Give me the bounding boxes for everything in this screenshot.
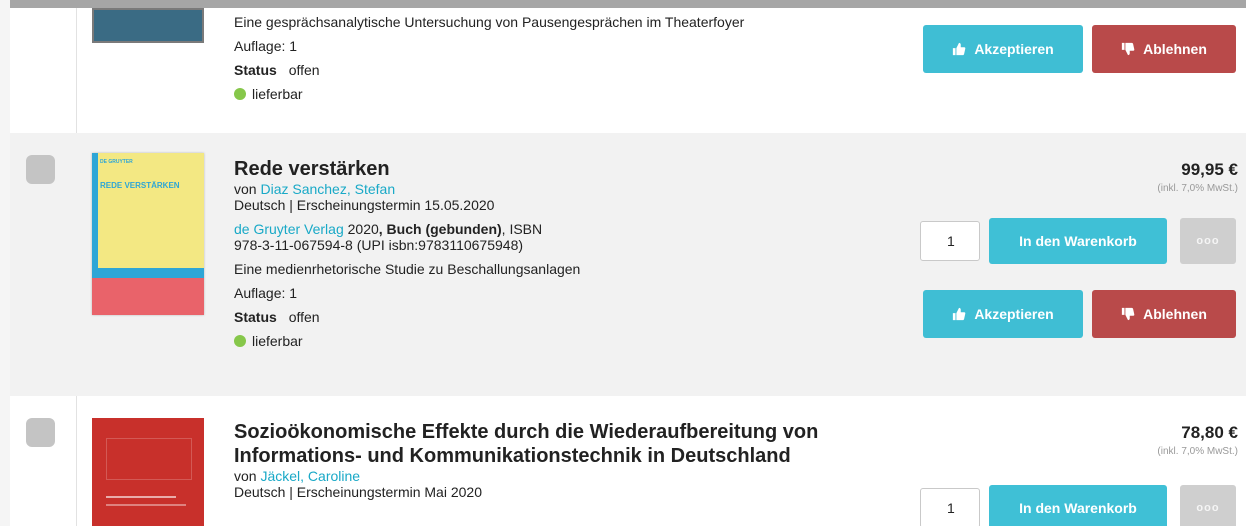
availability-dot-icon: [234, 88, 246, 100]
author-line: von Diaz Sanchez, Stefan: [234, 181, 894, 197]
more-options-button[interactable]: ooo: [1180, 218, 1236, 264]
price-block: 99,95 € (inkl. 7,0% MwSt.): [1157, 160, 1238, 194]
price: 78,80 €: [1181, 423, 1238, 442]
cover-bottom: [92, 278, 204, 315]
language-date: Deutsch | Erscheinungstermin Mai 2020: [234, 484, 482, 500]
product-row: DE GRUYTER REDE VERSTÄRKEN Rede verstärk…: [10, 133, 1246, 396]
language-date: Deutsch | Erscheinungstermin 15.05.2020: [234, 197, 495, 213]
product-row: Eine gesprächsanalytische Untersuchung v…: [10, 8, 1246, 133]
reject-label: Ablehnen: [1143, 41, 1207, 57]
year: 2020: [347, 221, 379, 237]
price: 99,95 €: [1181, 160, 1238, 179]
product-title[interactable]: Sozioökonomische Effekte durch die Wiede…: [234, 420, 894, 468]
quantity-input[interactable]: [920, 221, 980, 261]
cover-publisher: DE GRUYTER: [100, 159, 133, 165]
product-info: Rede verstärken von Diaz Sanchez, Stefan…: [234, 157, 894, 349]
publisher-line: de Gruyter Verlag 2020, Buch (gebunden),…: [234, 221, 894, 237]
reject-label: Ablehnen: [1143, 306, 1207, 322]
cover-line: [106, 496, 176, 498]
thumbs-down-icon: [1121, 42, 1135, 56]
reject-button[interactable]: Ablehnen: [1092, 290, 1236, 338]
product-title-line: Sozioökonomische Effekte durch die Wiede…: [234, 421, 819, 443]
status-label: Status: [234, 62, 277, 78]
availability: lieferbar: [234, 86, 894, 102]
status: Status offen: [234, 62, 894, 78]
book-cover: [92, 418, 204, 526]
thumbs-down-icon: [1121, 307, 1135, 321]
reject-button[interactable]: Ablehnen: [1092, 25, 1236, 73]
top-band: [10, 0, 1246, 8]
quantity-input[interactable]: [920, 488, 980, 526]
availability: lieferbar: [234, 333, 894, 349]
author-link[interactable]: Jäckel, Caroline: [260, 468, 360, 484]
by-label: von: [234, 181, 257, 197]
select-checkbox[interactable]: [26, 418, 55, 447]
product-info: Sozioökonomische Effekte durch die Wiede…: [234, 420, 894, 500]
thumbs-up-icon: [953, 42, 966, 56]
select-checkbox[interactable]: [26, 155, 55, 184]
isbn-line: 978-3-11-067594-8 (UPI isbn:978311067594…: [234, 237, 524, 253]
by-label: von: [234, 468, 257, 484]
more-options-button[interactable]: ooo: [1180, 485, 1236, 526]
tax-note: (inkl. 7,0% MwSt.): [1157, 183, 1238, 194]
binding: , Buch (gebunden): [378, 221, 502, 237]
availability-label: lieferbar: [252, 333, 303, 349]
product-title-line: Informations- und Kommunikationstechnik …: [234, 445, 791, 467]
isbn-label: , ISBN: [501, 221, 543, 237]
product-list: Eine gesprächsanalytische Untersuchung v…: [10, 8, 1246, 526]
product-row: Sozioökonomische Effekte durch die Wiede…: [10, 396, 1246, 526]
edition: Auflage: 1: [234, 285, 298, 301]
cover-line: [106, 504, 186, 506]
availability-label: lieferbar: [252, 86, 303, 102]
cover-band: [92, 268, 204, 278]
product-info: Eine gesprächsanalytische Untersuchung v…: [234, 14, 894, 102]
price-block: 78,80 € (inkl. 7,0% MwSt.): [1157, 423, 1238, 457]
cover-title: REDE VERSTÄRKEN: [100, 181, 180, 190]
left-strip: [0, 0, 10, 526]
accept-label: Akzeptieren: [974, 306, 1054, 322]
tax-note: (inkl. 7,0% MwSt.): [1157, 446, 1238, 457]
add-to-cart-button[interactable]: In den Warenkorb: [989, 218, 1167, 264]
add-to-cart-button[interactable]: In den Warenkorb: [989, 485, 1167, 526]
author-link[interactable]: Diaz Sanchez, Stefan: [260, 181, 395, 197]
status-value: offen: [288, 309, 320, 325]
status-label: Status: [234, 309, 277, 325]
accept-button[interactable]: Akzeptieren: [923, 290, 1083, 338]
product-title[interactable]: Rede verstärken: [234, 157, 894, 181]
edition: Auflage: 1: [234, 38, 298, 54]
publisher-link[interactable]: de Gruyter Verlag: [234, 221, 344, 237]
status: Status offen: [234, 309, 894, 325]
accept-label: Akzeptieren: [974, 41, 1054, 57]
status-value: offen: [288, 62, 320, 78]
book-cover: [92, 8, 204, 43]
product-subtitle: Eine medienrhetorische Studie zu Beschal…: [234, 261, 581, 277]
accept-button[interactable]: Akzeptieren: [923, 25, 1083, 73]
product-subtitle: Eine gesprächsanalytische Untersuchung v…: [234, 14, 745, 30]
availability-dot-icon: [234, 335, 246, 347]
author-line: von Jäckel, Caroline: [234, 468, 894, 484]
book-cover: DE GRUYTER REDE VERSTÄRKEN: [92, 153, 204, 315]
cover-frame: [106, 438, 192, 480]
thumbs-up-icon: [953, 307, 966, 321]
